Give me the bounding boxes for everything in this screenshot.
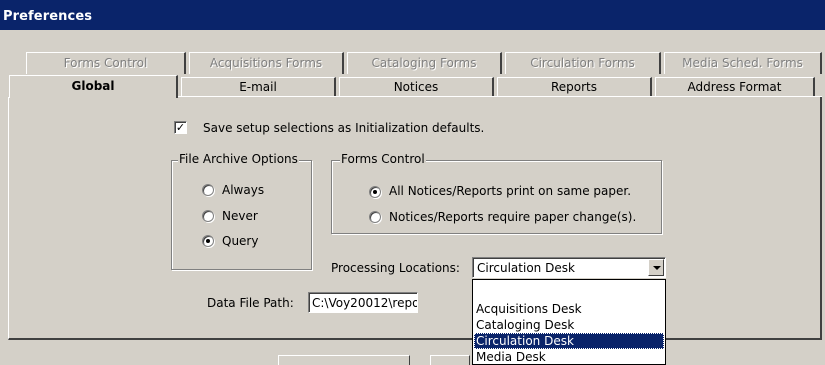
radio-dot-icon xyxy=(373,190,377,194)
tab-label: Global xyxy=(71,79,115,93)
radio-dot-icon xyxy=(206,239,210,243)
archive-never-radio[interactable] xyxy=(202,210,214,222)
same-paper-radio[interactable] xyxy=(369,186,381,198)
tab-label: Forms Control xyxy=(63,56,148,70)
processing-locations-select[interactable]: Circulation Desk xyxy=(472,257,666,278)
archive-never-label: Never xyxy=(222,209,258,223)
archive-always-radio[interactable] xyxy=(202,184,214,196)
dialog-button[interactable] xyxy=(278,355,410,365)
tab-cataloging-forms[interactable]: Cataloging Forms xyxy=(347,52,502,74)
chevron-down-icon xyxy=(653,266,661,270)
archive-always-label: Always xyxy=(222,183,265,197)
tab-forms-control[interactable]: Forms Control xyxy=(26,52,186,74)
processing-locations-value: Circulation Desk xyxy=(477,261,575,275)
forms-control-title: Forms Control xyxy=(340,152,426,166)
paper-change-label: Notices/Reports require paper change(s). xyxy=(389,210,637,224)
data-file-path-value: C:\Voy20012\reporter\ xyxy=(312,296,417,310)
title-bar[interactable]: Preferences xyxy=(0,0,825,30)
tab-media-sched-forms[interactable]: Media Sched. Forms xyxy=(664,52,822,74)
tab-reports[interactable]: Reports xyxy=(497,77,652,97)
file-archive-options-title: File Archive Options xyxy=(178,152,299,166)
dropdown-option-acquisitions-desk[interactable]: Acquisitions Desk xyxy=(474,301,664,317)
same-paper-label: All Notices/Reports print on same paper. xyxy=(389,184,632,198)
dialog-button[interactable] xyxy=(430,355,470,365)
tab-label: E-mail xyxy=(239,80,277,94)
dropdown-option-media-desk[interactable]: Media Desk xyxy=(474,349,664,365)
dropdown-option-cataloging-desk[interactable]: Cataloging Desk xyxy=(474,317,664,333)
processing-locations-label: Processing Locations: xyxy=(331,261,460,275)
data-file-path-label: Data File Path: xyxy=(207,296,294,310)
data-file-path-field[interactable]: C:\Voy20012\reporter\ xyxy=(308,292,418,313)
tab-acquisitions-forms[interactable]: Acquisitions Forms xyxy=(189,52,344,74)
tab-circulation-forms[interactable]: Circulation Forms xyxy=(505,52,661,74)
tab-label: Circulation Forms xyxy=(530,56,635,70)
check-mark-icon: ✓ xyxy=(175,121,186,134)
paper-change-radio[interactable] xyxy=(369,211,381,223)
tab-label: Reports xyxy=(550,80,598,94)
tab-label: Media Sched. Forms xyxy=(682,56,803,70)
dropdown-option-circulation-desk[interactable]: Circulation Desk xyxy=(474,333,664,349)
processing-locations-dropdown-list[interactable]: Acquisitions Desk Cataloging Desk Circul… xyxy=(472,279,666,365)
archive-query-label: Query xyxy=(222,234,259,248)
tab-label: Address Format xyxy=(687,80,782,94)
tab-notices[interactable]: Notices xyxy=(339,77,494,97)
archive-query-radio[interactable] xyxy=(202,235,214,247)
tab-email[interactable]: E-mail xyxy=(181,77,336,97)
tab-label: Notices xyxy=(393,80,439,94)
tab-label: Acquisitions Forms xyxy=(209,56,323,70)
save-setup-label: Save setup selections as Initialization … xyxy=(203,121,485,135)
tab-address-format[interactable]: Address Format xyxy=(655,77,815,97)
tab-global[interactable]: Global xyxy=(9,75,178,98)
dropdown-button[interactable] xyxy=(648,259,664,276)
save-setup-checkbox[interactable]: ✓ xyxy=(174,121,187,134)
tab-label: Cataloging Forms xyxy=(371,56,477,70)
window-title: Preferences xyxy=(3,9,93,24)
